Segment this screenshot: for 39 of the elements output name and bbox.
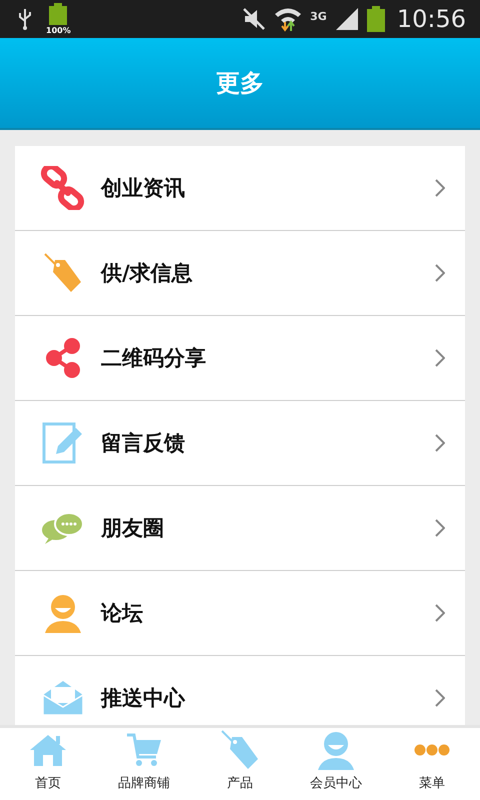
price-tag-icon [43,252,83,294]
envelope-icon [41,679,85,717]
chevron-icon [435,604,445,622]
chevron-icon [435,689,445,707]
shopping-cart-icon [126,733,162,767]
menu-item[interactable]: 创业资讯 [15,146,465,231]
battery-icon [366,6,385,32]
menu-item[interactable]: 供/求信息 [15,231,465,316]
wifi-icon [274,6,302,32]
chevron-icon [435,434,445,452]
user-icon [43,593,83,633]
mute-icon [242,7,266,31]
nav-tab[interactable]: 品牌商铺 [96,728,192,800]
nav-tab[interactable]: 首页 [0,728,96,800]
battery-icon [48,3,68,25]
battery-percent: 100% [46,26,71,35]
chevron-icon [435,349,445,367]
share-icon [46,338,80,378]
menu-item[interactable]: 论坛 [15,571,465,656]
nav-tab[interactable]: 产品 [192,728,288,800]
clock: 10:56 [396,5,466,33]
price-tag-icon [220,729,260,771]
nav-tab[interactable]: 菜单 [384,728,480,800]
signal-icon [334,8,359,30]
chain-link-icon [40,166,86,210]
menu-item[interactable]: 朋友圈 [15,486,465,571]
chevron-icon [435,519,445,537]
page-title: 更多 [216,68,264,99]
edit-note-icon [42,422,84,464]
menu-item[interactable]: 留言反馈 [15,401,465,486]
menu-item[interactable]: 二维码分享 [15,316,465,401]
usb-icon [18,8,32,30]
network-type: 3G [310,10,327,23]
user-icon [316,730,356,770]
more-dots-icon [414,744,450,756]
chevron-icon [435,264,445,282]
chevron-icon [435,179,445,197]
home-icon [29,733,67,767]
nav-tab[interactable]: 会员中心 [288,728,384,800]
